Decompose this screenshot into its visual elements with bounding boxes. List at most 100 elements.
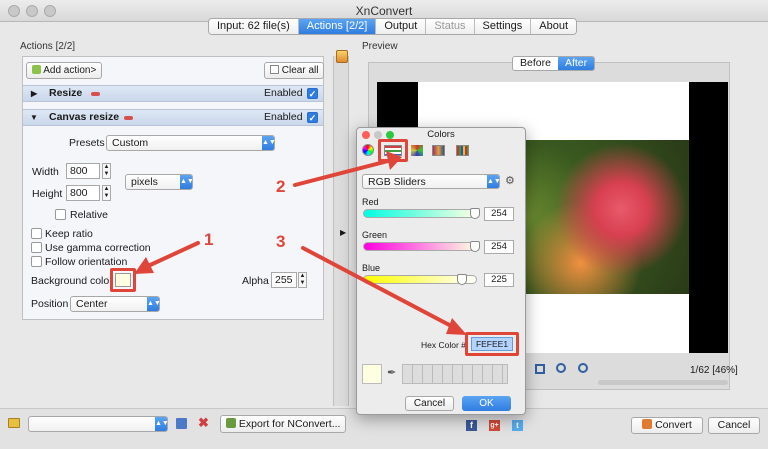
color-mode-value: RGB Sliders xyxy=(368,176,426,188)
tab-output[interactable]: Output xyxy=(376,19,427,34)
alpha-stepper[interactable]: ▲ ▼ xyxy=(298,272,307,288)
presets-label: Presets xyxy=(69,137,105,149)
height-input[interactable]: 800 xyxy=(66,185,100,201)
clear-all-label: Clear all xyxy=(281,65,319,76)
tab-status[interactable]: Status xyxy=(426,19,475,34)
dialog-zoom-icon[interactable] xyxy=(386,131,394,139)
canvas-resize-enabled-checkbox[interactable]: ✓ xyxy=(307,112,318,123)
relative-label: Relative xyxy=(70,209,108,221)
after-button[interactable]: After xyxy=(557,57,595,70)
color-wheel-icon[interactable] xyxy=(362,144,374,156)
keep-ratio-checkbox[interactable] xyxy=(31,228,42,239)
preview-scrollbar[interactable] xyxy=(598,380,728,385)
green-value[interactable]: 254 xyxy=(484,240,514,254)
remove-resize-icon[interactable] xyxy=(91,92,100,96)
chevron-updown-icon: ▲▼ xyxy=(180,175,194,189)
gamma-checkbox[interactable] xyxy=(31,242,42,253)
canvas-resize-row[interactable]: ▼ Canvas resize Enabled ✓ xyxy=(23,109,323,126)
collapse-arrow-icon[interactable]: ▶ xyxy=(340,228,346,237)
dialog-minimize-icon[interactable] xyxy=(374,131,382,139)
width-stepper[interactable]: ▲ ▼ xyxy=(102,163,111,179)
follow-orientation-checkbox[interactable] xyxy=(31,256,42,267)
annotation-three: 3 xyxy=(276,232,286,251)
delete-icon[interactable]: ✖ xyxy=(198,415,209,431)
resize-row[interactable]: ▶ Resize Enabled ✓ xyxy=(23,85,323,102)
annotation-one: 1 xyxy=(204,230,214,249)
eyedropper-icon[interactable]: ✒ xyxy=(387,366,396,379)
add-action-button[interactable]: Add action> xyxy=(26,62,103,79)
chevron-updown-icon: ▲▼ xyxy=(487,175,501,188)
position-label: Position xyxy=(31,298,69,310)
preset-combo[interactable]: ▲▼ xyxy=(28,416,169,432)
zoom-in-icon[interactable] xyxy=(556,363,566,373)
remove-canvas-resize-icon[interactable] xyxy=(124,116,133,120)
zoom-window-icon[interactable] xyxy=(44,5,56,17)
crayons-icon[interactable] xyxy=(456,145,469,156)
tab-about[interactable]: About xyxy=(531,19,577,34)
green-slider-knob[interactable] xyxy=(470,241,480,252)
resize-enabled-checkbox[interactable]: ✓ xyxy=(307,88,318,99)
hex-input[interactable]: FEFEE1 xyxy=(471,337,513,351)
tab-input[interactable]: Input: 62 file(s) xyxy=(209,19,299,34)
width-input[interactable]: 800 xyxy=(66,163,100,179)
alpha-input[interactable]: 255 xyxy=(271,272,297,288)
position-value: Center xyxy=(76,298,108,310)
height-label: Height xyxy=(32,188,63,200)
minimize-window-icon[interactable] xyxy=(26,5,38,17)
add-action-icon xyxy=(32,65,41,74)
alpha-label: Alpha xyxy=(242,275,269,287)
collapse-triangle-icon[interactable]: ▼ xyxy=(30,110,38,125)
green-slider[interactable] xyxy=(363,242,477,251)
bottom-cancel-button[interactable]: Cancel xyxy=(708,417,760,434)
bg-color-label: Background color xyxy=(31,275,113,287)
expand-triangle-icon[interactable]: ▶ xyxy=(31,86,37,101)
convert-button[interactable]: Convert xyxy=(631,417,703,434)
page-info: 1/62 [46%] xyxy=(690,365,738,376)
relative-checkbox[interactable] xyxy=(55,209,66,220)
fit-icon[interactable] xyxy=(535,364,545,374)
blue-slider-knob[interactable] xyxy=(457,274,467,285)
dialog-close-icon[interactable] xyxy=(362,131,370,139)
clear-all-button[interactable]: Clear all xyxy=(264,62,325,79)
color-mode-select[interactable]: RGB Sliders ▲▼ xyxy=(362,174,501,189)
color-sliders-icon[interactable] xyxy=(384,145,402,156)
tab-settings[interactable]: Settings xyxy=(474,19,532,34)
before-button[interactable]: Before xyxy=(513,57,558,70)
dialog-ok-button[interactable]: OK xyxy=(462,396,511,411)
folder-icon[interactable] xyxy=(8,418,20,428)
green-label: Green xyxy=(362,230,388,240)
export-icon xyxy=(226,418,236,428)
chevron-updown-icon: ▲▼ xyxy=(147,297,161,311)
dialog-cancel-button[interactable]: Cancel xyxy=(405,396,454,411)
bg-color-swatch[interactable] xyxy=(115,273,131,287)
unit-select[interactable]: pixels ▲▼ xyxy=(125,174,194,190)
main-tabs: Input: 62 file(s) Actions [2/2] Output S… xyxy=(208,18,578,35)
export-nconvert-button[interactable]: Export for NConvert... xyxy=(220,415,347,433)
height-stepper[interactable]: ▲ ▼ xyxy=(102,185,111,201)
blue-value[interactable]: 225 xyxy=(484,273,514,287)
gear-icon[interactable]: ⚙ xyxy=(505,174,515,187)
red-slider-knob[interactable] xyxy=(470,208,480,219)
position-select[interactable]: Center ▲▼ xyxy=(70,296,161,312)
red-slider[interactable] xyxy=(363,209,477,218)
zoom-out-icon[interactable] xyxy=(578,363,588,373)
color-swatches-grid[interactable] xyxy=(402,364,508,384)
resize-label: Resize xyxy=(49,87,83,99)
save-icon[interactable] xyxy=(176,418,187,429)
convert-icon xyxy=(642,419,653,429)
follow-orientation-label: Follow orientation xyxy=(45,256,128,268)
presets-value: Custom xyxy=(112,137,149,149)
image-palettes-icon[interactable] xyxy=(432,145,445,156)
google-plus-icon[interactable]: g+ xyxy=(489,420,500,431)
current-color-well[interactable] xyxy=(362,364,382,384)
close-window-icon[interactable] xyxy=(8,5,20,17)
chevron-updown-icon: ▲▼ xyxy=(262,136,276,150)
twitter-icon[interactable]: t xyxy=(512,420,523,431)
tab-actions[interactable]: Actions [2/2] xyxy=(298,19,377,34)
presets-select[interactable]: Custom ▲▼ xyxy=(106,135,276,151)
color-palettes-icon[interactable] xyxy=(411,145,423,156)
red-value[interactable]: 254 xyxy=(484,207,514,221)
add-action-label: Add action> xyxy=(43,65,97,76)
layers-icon[interactable] xyxy=(336,50,348,63)
facebook-icon[interactable]: f xyxy=(466,420,477,431)
